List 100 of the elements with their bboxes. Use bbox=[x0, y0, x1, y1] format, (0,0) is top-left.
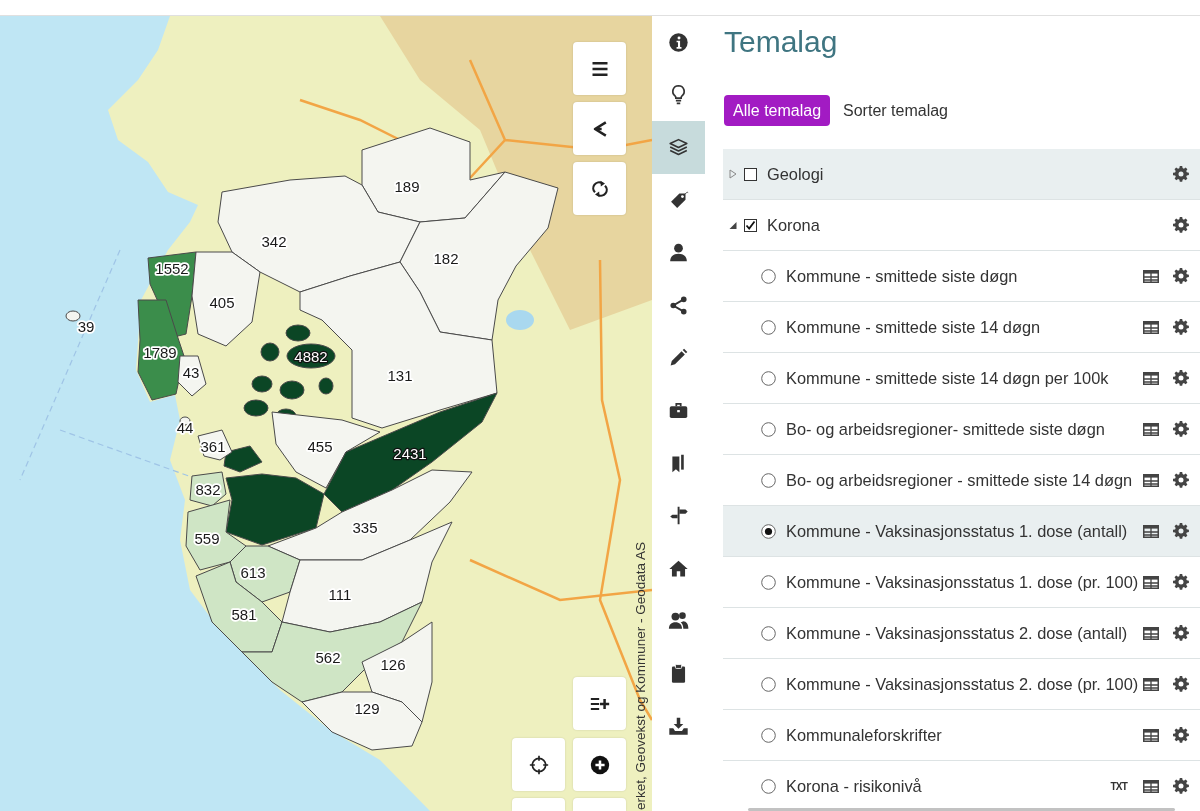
table-icon[interactable] bbox=[1143, 371, 1159, 385]
scrollbar[interactable] bbox=[748, 808, 1175, 811]
region-label: 335 bbox=[352, 518, 378, 536]
crosshair-icon bbox=[528, 754, 549, 775]
settings-icon[interactable] bbox=[1173, 217, 1189, 233]
signpost-icon bbox=[668, 505, 689, 527]
table-icon[interactable] bbox=[1143, 320, 1159, 334]
layer-group-label: Geologi bbox=[767, 164, 824, 184]
share-icon bbox=[668, 294, 689, 316]
layer-label: Kommune - Vaksinasjonsstatus 2. dose (pr. 100) bbox=[786, 674, 1140, 694]
zoom-in-icon bbox=[589, 754, 610, 775]
region-label: 2431 bbox=[393, 444, 427, 462]
radio-button[interactable] bbox=[761, 319, 776, 335]
region-label: 129 bbox=[354, 699, 380, 717]
table-icon[interactable] bbox=[1143, 626, 1159, 640]
radio-button[interactable] bbox=[761, 370, 776, 386]
layer-label: Kommune - Vaksinasjonsstatus 1. dose (pr. 100) bbox=[786, 572, 1140, 592]
radio-button[interactable] bbox=[761, 676, 776, 692]
checkbox[interactable] bbox=[744, 218, 757, 232]
settings-icon[interactable] bbox=[1173, 574, 1189, 590]
region-label: 43 bbox=[182, 363, 200, 381]
layer-row[interactable]: Kommune - Vaksinasjonsstatus 2. dose (pr. 100) bbox=[723, 659, 1200, 710]
tab[interactable]: Alle temalag bbox=[724, 95, 831, 126]
format-label[interactable]: TXT bbox=[1110, 780, 1127, 792]
settings-icon[interactable] bbox=[1173, 778, 1189, 794]
layer-row[interactable]: Kommune - smittede siste 14 døgn bbox=[723, 302, 1200, 353]
layer-row[interactable]: Kommunaleforskrifter bbox=[723, 710, 1200, 761]
radio-button[interactable] bbox=[761, 268, 776, 284]
settings-icon[interactable] bbox=[1173, 676, 1189, 692]
region-label: 455 bbox=[307, 437, 333, 455]
region-label: 613 bbox=[240, 563, 266, 581]
info-icon bbox=[668, 31, 689, 53]
layer-row[interactable]: Kommune - smittede siste 14 døgn per 100k bbox=[723, 353, 1200, 404]
region-label: 111 bbox=[328, 585, 352, 603]
table-icon[interactable] bbox=[1143, 524, 1159, 538]
radio-button[interactable] bbox=[761, 472, 776, 488]
layers-button[interactable] bbox=[652, 121, 705, 174]
layer-group-row[interactable]: Geologi bbox=[723, 149, 1200, 200]
tab[interactable]: Sorter temalag bbox=[834, 95, 957, 126]
refresh-button[interactable] bbox=[573, 162, 626, 215]
checkbox[interactable] bbox=[744, 167, 757, 181]
region-label: 1552 bbox=[155, 259, 189, 277]
settings-icon[interactable] bbox=[1173, 625, 1189, 641]
settings-icon[interactable] bbox=[1173, 166, 1189, 182]
tag-icon bbox=[668, 189, 689, 211]
settings-icon[interactable] bbox=[1173, 370, 1189, 386]
layer-label: Kommune - smittede siste 14 døgn per 100k bbox=[786, 368, 1110, 388]
menu-button[interactable] bbox=[573, 42, 626, 95]
layer-label: Kommune - smittede siste døgn bbox=[786, 266, 1019, 286]
region-label: 39 bbox=[77, 317, 95, 335]
region-label: 131 bbox=[387, 366, 413, 384]
layer-label: Kommune - Vaksinasjonsstatus 1. dose (antall) bbox=[786, 521, 1129, 541]
radio-button[interactable] bbox=[761, 523, 776, 539]
layer-row[interactable]: Kommune - Vaksinasjonsstatus 1. dose (antall) bbox=[723, 506, 1200, 557]
map-attribution: erket, Geovekst og Kommuner - Geodata AS bbox=[633, 542, 649, 810]
layer-label: Kommune - Vaksinasjonsstatus 2. dose (antall) bbox=[786, 623, 1129, 643]
settings-icon[interactable] bbox=[1173, 268, 1189, 284]
radio-button[interactable] bbox=[761, 727, 776, 743]
radio-button[interactable] bbox=[761, 574, 776, 590]
settings-icon[interactable] bbox=[1173, 472, 1189, 488]
layer-row[interactable]: Kommune - Vaksinasjonsstatus 2. dose (antall) bbox=[723, 608, 1200, 659]
expander-icon[interactable] bbox=[729, 220, 737, 230]
settings-icon[interactable] bbox=[1173, 319, 1189, 335]
zoom-in-button[interactable] bbox=[573, 738, 626, 791]
region-label: 342 bbox=[261, 232, 287, 250]
table-icon[interactable] bbox=[1143, 269, 1159, 283]
table-icon[interactable] bbox=[1143, 422, 1159, 436]
add-list-button[interactable] bbox=[573, 677, 626, 730]
settings-icon[interactable] bbox=[1173, 421, 1189, 437]
radio-button[interactable] bbox=[761, 625, 776, 641]
panel-title: Temalag bbox=[724, 24, 838, 60]
refresh-icon bbox=[589, 178, 610, 199]
layer-label: Kommunaleforskrifter bbox=[786, 725, 943, 745]
layer-label: Korona - risikonivå bbox=[786, 776, 923, 796]
table-icon[interactable] bbox=[1143, 779, 1159, 793]
radio-button[interactable] bbox=[761, 778, 776, 794]
region-label: 559 bbox=[194, 529, 220, 547]
settings-icon[interactable] bbox=[1173, 523, 1189, 539]
table-icon[interactable] bbox=[1143, 728, 1159, 742]
layer-row[interactable]: Kommune - Vaksinasjonsstatus 1. dose (pr. 100) bbox=[723, 557, 1200, 608]
region-label: 405 bbox=[209, 293, 235, 311]
layers-icon bbox=[668, 137, 689, 158]
region-label: 126 bbox=[380, 655, 406, 673]
region-label: 1789 bbox=[143, 343, 177, 361]
table-icon[interactable] bbox=[1143, 473, 1159, 487]
layer-row[interactable]: Bo- og arbeidsregioner- smittede siste døgn bbox=[723, 404, 1200, 455]
layer-group-label: Korona bbox=[767, 215, 820, 235]
region-label: 189 bbox=[394, 177, 420, 195]
locate-button[interactable] bbox=[512, 738, 565, 791]
settings-icon[interactable] bbox=[1173, 727, 1189, 743]
radio-button[interactable] bbox=[761, 421, 776, 437]
table-icon[interactable] bbox=[1143, 677, 1159, 691]
region-label: 832 bbox=[195, 480, 221, 498]
layer-group-row[interactable]: Korona bbox=[723, 200, 1200, 251]
users-icon bbox=[668, 610, 689, 632]
user-icon bbox=[668, 242, 689, 264]
branch-button[interactable] bbox=[573, 102, 626, 155]
layer-row[interactable]: Kommune - smittede siste døgn bbox=[723, 251, 1200, 302]
region-label: 562 bbox=[315, 648, 341, 666]
table-icon[interactable] bbox=[1143, 575, 1159, 589]
